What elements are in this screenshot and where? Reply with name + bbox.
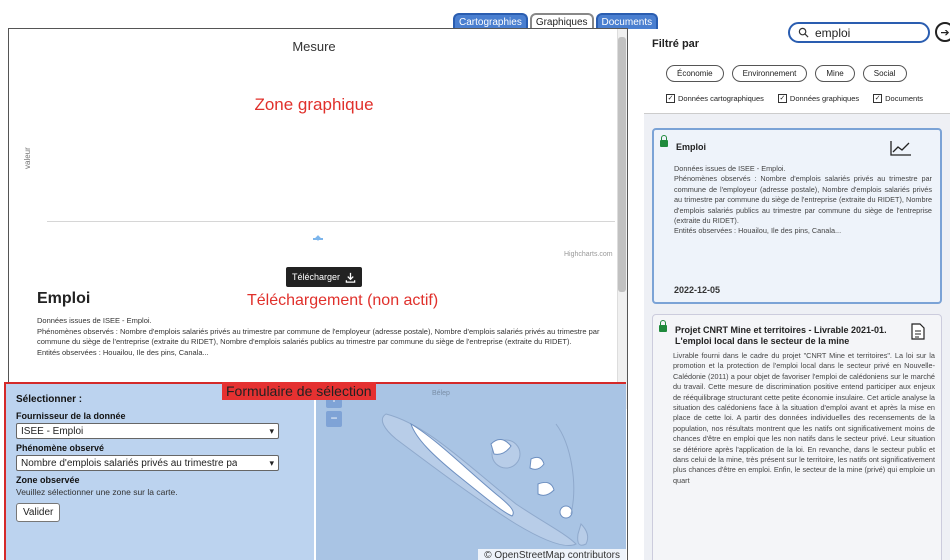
line-chart-icon — [890, 141, 911, 156]
search-submit-button[interactable]: ➔ — [935, 22, 950, 42]
description-line: Données issues de ISEE - Emploi. — [37, 316, 152, 325]
filter-label: Données graphiques — [789, 94, 860, 103]
theme-chips: Économie Environnement Mine Social — [666, 65, 907, 82]
download-button[interactable]: Télécharger — [286, 267, 363, 287]
result-title: Projet CNRT Mine et territoires - Livrab… — [675, 325, 887, 346]
checkbox-checked-icon[interactable]: ✓ — [777, 94, 787, 103]
filter-cartographic[interactable]: ✓ Données cartographiques — [666, 94, 764, 103]
filter-label: Données cartographiques — [678, 94, 764, 103]
valider-button[interactable]: Valider — [16, 503, 61, 522]
legend-marker-icon[interactable] — [313, 238, 323, 240]
lock-icon — [659, 320, 667, 332]
chevron-down-icon: ▾ — [269, 457, 274, 468]
scrollbar-thumb[interactable] — [618, 37, 626, 292]
chip-environnement[interactable]: Environnement — [731, 65, 808, 82]
result-title: Emploi — [676, 142, 707, 152]
chip-economie[interactable]: Économie — [666, 65, 724, 82]
description-line: Phénomènes observés : Nombre d'emplois s… — [37, 326, 600, 347]
tab-graphiques[interactable]: Graphiques — [529, 13, 594, 29]
map-attribution[interactable]: © OpenStreetMap contributors — [478, 549, 626, 560]
download-icon — [345, 272, 356, 283]
search-input[interactable]: emploi — [788, 22, 930, 43]
filter-graphic[interactable]: ✓ Données graphiques — [777, 94, 860, 103]
chart-title: Mesure — [292, 39, 336, 54]
filter-label: Documents — [885, 94, 924, 103]
provider-select[interactable]: ISEE - Emploi ▾ — [16, 423, 279, 439]
search-icon — [798, 27, 809, 38]
arrow-right-icon: ➔ — [940, 26, 950, 39]
document-icon — [911, 323, 925, 340]
formulaire-label: Formulaire de sélection — [222, 382, 376, 400]
filter-documents[interactable]: ✓ Documents — [873, 94, 923, 103]
lock-icon — [660, 135, 668, 147]
y-axis-label: valeur — [23, 147, 32, 169]
checkbox-checked-icon[interactable]: ✓ — [873, 94, 883, 103]
provider-label: Fournisseur de la donnée — [16, 411, 126, 421]
zone-observed-label: Zone observée — [16, 475, 80, 485]
telechargement-label: Téléchargement (non actif) — [247, 292, 439, 309]
filter-panel: Filtré par emploi ➔ Économie Environneme… — [644, 10, 950, 560]
selection-form: Sélectionner : Fournisseur de la donnée … — [6, 384, 314, 560]
type-filters: ✓ Données cartographiques ✓ Données grap… — [666, 94, 923, 103]
chart-credits[interactable]: Highcharts.com — [564, 251, 613, 258]
chart-baseline — [47, 221, 615, 222]
dataset-title: Emploi — [37, 290, 91, 307]
phenomenon-label: Phénomène observé — [16, 443, 105, 453]
description-line: Entités observées : Houailou, Ile des pi… — [37, 347, 209, 357]
map-zoom-out-button[interactable]: − — [326, 411, 342, 427]
tab-bar: Cartographies Graphiques Documents — [453, 13, 659, 29]
result-card-cnrt[interactable]: Projet CNRT Mine et territoires - Livrab… — [652, 314, 942, 560]
phenomenon-value: Nombre d'emplois salariés privés au trim… — [21, 457, 238, 469]
dataset-description: Données issues de ISEE - Emploi. Phénomè… — [37, 316, 607, 358]
provider-value: ISEE - Emploi — [21, 425, 84, 437]
selection-form-area: Sélectionner : Fournisseur de la donnée … — [4, 382, 626, 560]
tab-cartographies[interactable]: Cartographies — [453, 13, 528, 29]
chip-mine[interactable]: Mine — [815, 65, 855, 82]
result-card-emploi[interactable]: Emploi Données issues de ISEE - Emploi. … — [652, 128, 942, 304]
download-label: Télécharger — [292, 272, 341, 282]
map-islands-icon — [381, 413, 589, 547]
map-view[interactable]: + − Bélep © OpenStreetMap contributors — [316, 384, 626, 560]
result-date: 2022-12-05 — [674, 285, 721, 295]
map-place-label: Bélep — [432, 390, 450, 397]
zone-graphique-label: Zone graphique — [254, 95, 374, 114]
result-body: Données issues de ISEE - Emploi. Phénomè… — [674, 164, 932, 236]
search-value: emploi — [815, 25, 851, 40]
results-list: Emploi Données issues de ISEE - Emploi. … — [644, 113, 950, 560]
filter-title: Filtré par — [652, 38, 700, 50]
result-body: Livrable fourni dans le cadre du projet … — [673, 351, 935, 485]
chevron-down-icon: ▾ — [269, 425, 274, 436]
zone-hint: Veuillez sélectionner une zone sur la ca… — [16, 487, 178, 497]
checkbox-checked-icon[interactable]: ✓ — [666, 94, 675, 103]
chip-social[interactable]: Social — [862, 65, 907, 82]
phenomenon-select[interactable]: Nombre d'emplois salariés privés au trim… — [16, 455, 279, 471]
